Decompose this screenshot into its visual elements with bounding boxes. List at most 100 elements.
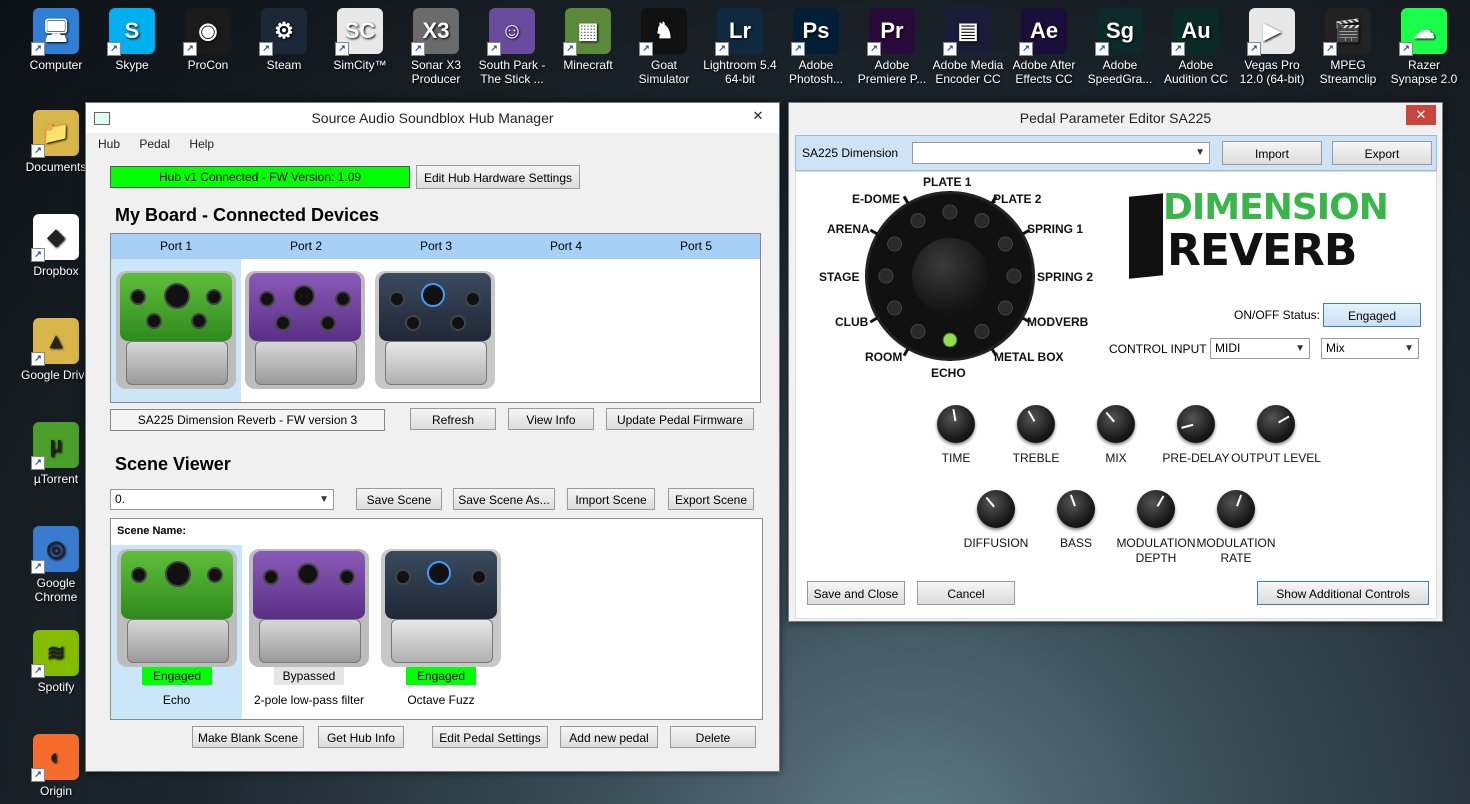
control-target-select[interactable]: Mix ▼ xyxy=(1321,338,1419,359)
shortcut-arrow-icon: ↗ xyxy=(31,768,45,782)
knob-bass[interactable] xyxy=(1057,490,1095,528)
make-blank-scene-button[interactable]: Make Blank Scene xyxy=(192,726,304,748)
skype-icon: S ↗ xyxy=(107,8,155,56)
desktop-icon-label: SimCity™ xyxy=(333,58,387,72)
dial-label-stage: STAGE xyxy=(819,270,860,284)
menu-pedal[interactable]: Pedal xyxy=(139,137,170,151)
port-1-label: Port 1 xyxy=(159,239,192,253)
add-new-pedal-button[interactable]: Add new pedal xyxy=(560,726,658,748)
shortcut-arrow-icon: ↗ xyxy=(31,456,45,470)
port-header-row: Port 1 Port 2 Port 3 Port 4 Port 5 xyxy=(111,234,760,259)
scene-pedal-3-status[interactable]: Engaged xyxy=(406,667,476,685)
import-button[interactable]: Import xyxy=(1222,141,1322,165)
export-button[interactable]: Export xyxy=(1332,141,1432,165)
save-scene-as-button[interactable]: Save Scene As... xyxy=(453,488,555,510)
refresh-button[interactable]: Refresh xyxy=(410,408,496,430)
scene-select[interactable]: 0. ▼ xyxy=(110,489,334,510)
menu-help[interactable]: Help xyxy=(189,137,214,151)
knob-output-level[interactable] xyxy=(1257,405,1295,443)
hub-title-bar[interactable]: Source Audio Soundblox Hub Manager ✕ xyxy=(86,103,779,133)
shortcut-arrow-icon: ↗ xyxy=(31,144,45,158)
knob-modulation-rate[interactable] xyxy=(1217,490,1255,528)
dial-label-spring2: SPRING 2 xyxy=(1037,270,1094,284)
desktop-icon-after-effects[interactable]: Ae ↗ Adobe After Effects CC xyxy=(1006,8,1082,86)
control-input-value: MIDI xyxy=(1215,341,1241,355)
desktop-icon-media-encoder[interactable]: ▤ ↗ Adobe Media Encoder CC xyxy=(930,8,1006,86)
media-encoder-icon: ▤ ↗ xyxy=(943,8,991,56)
close-icon[interactable]: ✕ xyxy=(745,107,771,125)
desktop-icon-procon[interactable]: ◉ ↗ ProCon xyxy=(170,8,246,72)
desktop-icon-label: Adobe Audition CC xyxy=(1163,58,1229,86)
edit-pedal-settings-button[interactable]: Edit Pedal Settings xyxy=(432,726,548,748)
save-and-close-button[interactable]: Save and Close xyxy=(807,581,905,605)
knob-mix[interactable] xyxy=(1097,405,1135,443)
scene-pedal-1-status[interactable]: Engaged xyxy=(142,667,212,685)
desktop-icon-minecraft[interactable]: ▦ ↗ Minecraft xyxy=(550,8,626,72)
dial-led xyxy=(1006,268,1022,284)
desktop-icon-sonar[interactable]: X3 ↗ Sonar X3 Producer xyxy=(398,8,474,86)
dial-led xyxy=(910,323,926,339)
editor-title-bar[interactable]: Pedal Parameter Editor SA225 ✕ xyxy=(789,103,1442,133)
knob-pre-delay[interactable] xyxy=(1177,405,1215,443)
desktop-icon-dropbox[interactable]: ◆ ↗ Dropbox xyxy=(18,214,94,278)
desktop-icon-spotify[interactable]: ≋ ↗ Spotify xyxy=(18,630,94,694)
spotify-icon: ≋ ↗ xyxy=(31,630,79,678)
desktop-icon-origin[interactable]: ◐ ↗ Origin xyxy=(18,734,94,798)
desktop-icon-simcity[interactable]: SC ↗ SimCity™ xyxy=(322,8,398,72)
desktop-icon-skype[interactable]: S ↗ Skype xyxy=(94,8,170,72)
desktop-icon-documents-folder[interactable]: 📁 ↗ Documents xyxy=(18,110,94,174)
desktop-icon-vegas[interactable]: ▶ ↗ Vegas Pro 12.0 (64-bit) xyxy=(1234,8,1310,86)
chevron-down-icon: ▼ xyxy=(1195,147,1205,158)
desktop-icon-razer[interactable]: ☁ ↗ Razer Synapse 2.0 xyxy=(1386,8,1462,86)
control-input-select[interactable]: MIDI ▼ xyxy=(1210,338,1310,359)
desktop-icon-premiere[interactable]: Pr ↗ Adobe Premiere P... xyxy=(854,8,930,86)
desktop-icon-audition[interactable]: Au ↗ Adobe Audition CC xyxy=(1158,8,1234,86)
desktop-icon-label: Razer Synapse 2.0 xyxy=(1390,58,1458,86)
view-info-button[interactable]: View Info xyxy=(508,408,594,430)
update-firmware-button[interactable]: Update Pedal Firmware xyxy=(606,408,754,430)
control-input-label: CONTROL INPUT xyxy=(1109,342,1207,356)
desktop-icon-chrome[interactable]: ◎ ↗ Google Chrome xyxy=(18,526,94,604)
shortcut-arrow-icon: ↗ xyxy=(31,248,45,262)
scene-pedal-1-image[interactable] xyxy=(117,549,237,667)
desktop-icon-google-drive[interactable]: ▲ ↗ Google Drive xyxy=(18,318,94,382)
menu-hub[interactable]: Hub xyxy=(98,137,120,151)
scene-pedal-2-status[interactable]: Bypassed xyxy=(274,667,344,685)
scene-pedal-3-image[interactable] xyxy=(381,549,501,667)
desktop-icon-computer[interactable]: 🖥 ↗ Computer xyxy=(18,8,94,72)
desktop-icon-label: South Park - The Stick ... xyxy=(478,58,546,86)
goat-icon: ♞ ↗ xyxy=(639,8,687,56)
delete-button[interactable]: Delete xyxy=(670,726,756,748)
show-additional-controls-button[interactable]: Show Additional Controls xyxy=(1257,581,1429,605)
pedal-dimension-reverb-image[interactable] xyxy=(116,271,236,389)
scene-pedal-2-image[interactable] xyxy=(249,549,369,667)
knob-treble[interactable] xyxy=(1017,405,1055,443)
pedal-manta-filter-image[interactable] xyxy=(245,271,365,389)
onoff-status-button[interactable]: Engaged xyxy=(1323,303,1421,327)
knob-time[interactable] xyxy=(937,405,975,443)
import-scene-button[interactable]: Import Scene xyxy=(567,488,655,510)
knob-indicator xyxy=(1181,423,1194,429)
desktop-icon-southpark[interactable]: ☺ ↗ South Park - The Stick ... xyxy=(474,8,550,86)
hub-status-indicator: Hub v1 Connected - FW Version: 1.09 xyxy=(110,166,410,188)
desktop-icon-speedgrade[interactable]: Sg ↗ Adobe SpeedGra... xyxy=(1082,8,1158,86)
close-icon[interactable]: ✕ xyxy=(1406,105,1436,125)
knob-modulation-depth[interactable] xyxy=(1137,490,1175,528)
edit-hub-hardware-button[interactable]: Edit Hub Hardware Settings xyxy=(416,165,580,189)
desktop-icon-photoshop[interactable]: Ps ↗ Adobe Photosh... xyxy=(778,8,854,86)
desktop-icon-lightroom[interactable]: Lr ↗ Lightroom 5.4 64-bit xyxy=(702,8,778,86)
save-scene-button[interactable]: Save Scene xyxy=(356,488,442,510)
export-scene-button[interactable]: Export Scene xyxy=(668,488,754,510)
get-hub-info-button[interactable]: Get Hub Info xyxy=(318,726,404,748)
desktop-icon-utorrent[interactable]: µ ↗ µTorrent xyxy=(18,422,94,486)
documents-folder-icon: 📁 ↗ xyxy=(31,110,79,158)
preset-select[interactable]: ▼ xyxy=(912,142,1210,164)
cancel-button[interactable]: Cancel xyxy=(917,581,1015,605)
desktop-icon-steam[interactable]: ⚙ ↗ Steam xyxy=(246,8,322,72)
knob-diffusion[interactable] xyxy=(977,490,1015,528)
scene-select-value: 0. xyxy=(115,492,126,506)
pedal-octave-fuzz-image[interactable] xyxy=(375,271,495,389)
desktop-icon-goat[interactable]: ♞ ↗ Goat Simulator xyxy=(626,8,702,86)
scene-name-label: Scene Name: xyxy=(117,525,187,537)
desktop-icon-streamclip[interactable]: 🎬 ↗ MPEG Streamclip xyxy=(1310,8,1386,86)
